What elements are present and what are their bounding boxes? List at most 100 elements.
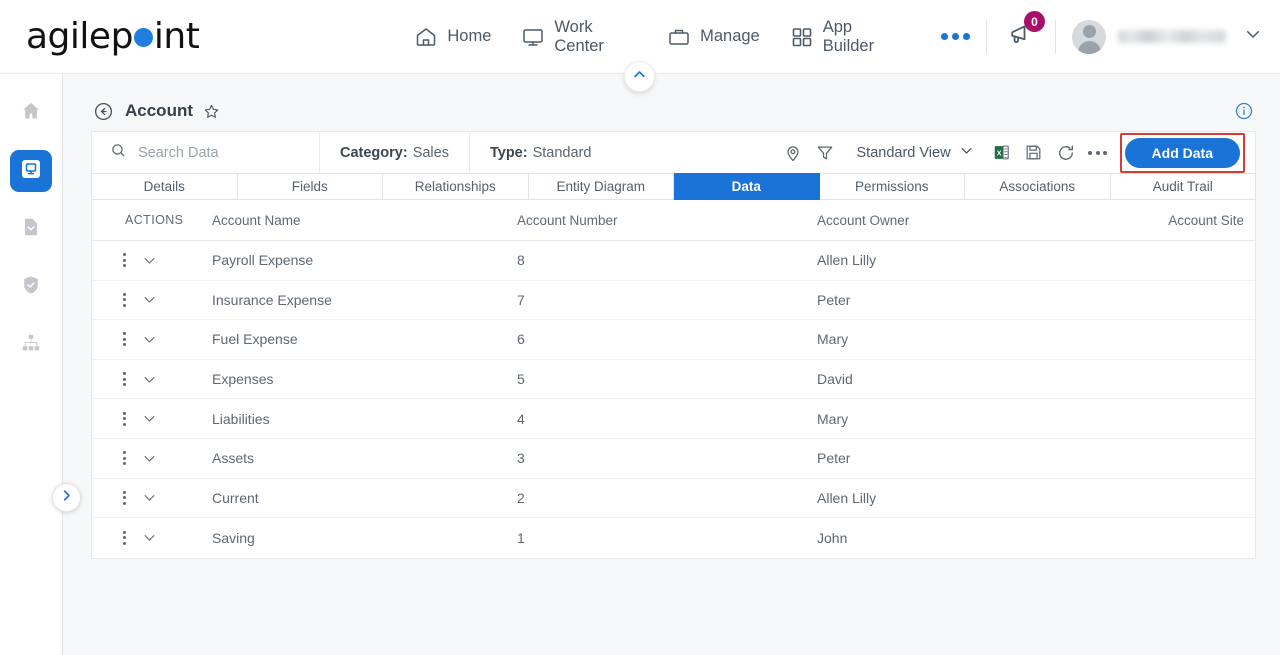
row-expand-chevron-down-icon[interactable] xyxy=(142,292,157,307)
search-input[interactable] xyxy=(138,144,298,161)
tab-fields[interactable]: Fields xyxy=(237,173,383,200)
category-meta: Category: Sales xyxy=(320,132,470,173)
header-divider-1 xyxy=(986,19,987,54)
cell-account-number: 5 xyxy=(517,371,525,388)
tab-audit-trail[interactable]: Audit Trail xyxy=(1110,173,1256,200)
notifications-button[interactable]: 0 xyxy=(1003,11,1045,57)
tab-associations[interactable]: Associations xyxy=(965,173,1111,200)
filter-icon[interactable] xyxy=(809,137,841,169)
logo-text-part2: int xyxy=(153,16,200,57)
nav-label-app-builder: App Builder xyxy=(822,17,875,55)
sidebar-item-home[interactable] xyxy=(10,92,52,134)
tab-details[interactable]: Details xyxy=(91,173,238,200)
monitor-icon xyxy=(521,25,545,49)
table-row[interactable]: Expenses 5 David xyxy=(92,360,1255,400)
cell-account-name: Payroll Expense xyxy=(212,252,314,269)
back-arrow-icon[interactable] xyxy=(93,101,114,122)
add-data-button[interactable]: Add Data xyxy=(1124,137,1240,168)
avatar[interactable] xyxy=(1072,19,1106,54)
kebab-menu-icon[interactable] xyxy=(121,489,128,507)
grid-icon xyxy=(790,25,814,49)
table-row[interactable]: Fuel Expense 6 Mary xyxy=(92,320,1255,360)
table-row[interactable]: Assets 3 Peter xyxy=(92,439,1255,479)
hierarchy-icon xyxy=(20,332,42,359)
tab-permissions[interactable]: Permissions xyxy=(819,173,965,200)
sidebar-item-security[interactable] xyxy=(10,266,52,308)
cell-account-number: 4 xyxy=(517,410,525,427)
header-collapse-button[interactable] xyxy=(624,61,655,92)
cell-account-number: 3 xyxy=(517,450,525,467)
nav-item-home[interactable]: Home xyxy=(414,25,491,49)
category-value: Sales xyxy=(412,144,449,161)
page-header: Account xyxy=(63,92,1280,130)
table-row[interactable]: Insurance Expense 7 Peter xyxy=(92,281,1255,321)
kebab-menu-icon[interactable] xyxy=(121,410,128,428)
sidebar-item-app[interactable] xyxy=(10,150,52,192)
header-right-cluster: 0 xyxy=(970,11,1280,57)
document-chevron-icon xyxy=(20,216,42,243)
row-expand-chevron-down-icon[interactable] xyxy=(142,372,157,387)
row-expand-chevron-down-icon[interactable] xyxy=(142,253,157,268)
column-header-account-number: Account Number xyxy=(517,212,618,228)
row-expand-chevron-down-icon[interactable] xyxy=(142,332,157,347)
nav-more-options-icon[interactable] xyxy=(941,33,970,40)
row-expand-chevron-down-icon[interactable] xyxy=(142,530,157,545)
table-header-row: ACTIONS Account Name Account Number Acco… xyxy=(92,200,1255,241)
add-data-highlight: Add Data xyxy=(1119,132,1245,173)
table-row[interactable]: Payroll Expense 8 Allen Lilly xyxy=(92,241,1255,281)
megaphone-icon xyxy=(1007,25,1035,52)
view-selector[interactable]: Standard View xyxy=(841,143,986,162)
type-meta: Type: Standard xyxy=(470,132,611,173)
svg-text:X: X xyxy=(997,149,1002,157)
category-label: Category: xyxy=(340,144,408,161)
refresh-icon[interactable] xyxy=(1050,137,1082,169)
chevron-right-icon xyxy=(59,488,74,508)
save-disk-icon[interactable] xyxy=(1018,137,1050,169)
data-toolbar: Category: Sales Type: Standard Standard … xyxy=(91,131,1256,173)
nav-label-work-center: Work Center xyxy=(554,17,604,55)
cell-account-name: Fuel Expense xyxy=(212,331,298,348)
info-icon[interactable] xyxy=(1234,101,1254,121)
sidebar-item-hierarchy[interactable] xyxy=(10,324,52,366)
nav-item-manage[interactable]: Manage xyxy=(667,25,760,49)
star-icon[interactable] xyxy=(203,103,220,120)
main-navigation: Home Work Center Manage App Builder xyxy=(414,18,970,56)
chevron-down-icon xyxy=(959,143,974,162)
kebab-menu-icon[interactable] xyxy=(121,251,128,269)
logo-text-part1: agilep xyxy=(26,16,133,57)
kebab-menu-icon[interactable] xyxy=(121,370,128,388)
kebab-menu-icon[interactable] xyxy=(121,449,128,467)
cell-account-name: Current xyxy=(212,489,259,506)
row-expand-chevron-down-icon[interactable] xyxy=(142,490,157,505)
sidebar-item-documents[interactable] xyxy=(10,208,52,250)
cell-account-name: Liabilities xyxy=(212,410,270,427)
table-row[interactable]: Liabilities 4 Mary xyxy=(92,399,1255,439)
location-pin-icon[interactable] xyxy=(777,137,809,169)
tab-relationships[interactable]: Relationships xyxy=(383,173,529,200)
kebab-menu-icon[interactable] xyxy=(121,291,128,309)
nav-item-app-builder[interactable]: App Builder xyxy=(790,18,899,56)
row-expand-chevron-down-icon[interactable] xyxy=(142,411,157,426)
agilepoint-logo[interactable]: agilep int xyxy=(26,16,200,57)
tab-entity-diagram[interactable]: Entity Diagram xyxy=(528,173,674,200)
excel-export-icon[interactable]: X xyxy=(986,137,1018,169)
table-row[interactable]: Current 2 Allen Lilly xyxy=(92,479,1255,519)
home-icon xyxy=(414,25,438,49)
nav-item-work-center[interactable]: Work Center xyxy=(521,18,637,56)
row-expand-chevron-down-icon[interactable] xyxy=(142,451,157,466)
more-options-icon[interactable] xyxy=(1082,137,1114,169)
nav-label-home: Home xyxy=(447,27,492,45)
table-row[interactable]: Saving 1 John xyxy=(92,518,1255,558)
tab-data[interactable]: Data xyxy=(674,173,820,200)
cell-account-owner: Mary xyxy=(817,410,849,427)
cell-account-name: Expenses xyxy=(212,371,274,388)
sidebar-expand-button[interactable] xyxy=(52,483,81,512)
column-header-account-name: Account Name xyxy=(212,212,301,228)
kebab-menu-icon[interactable] xyxy=(121,529,128,547)
search-input-wrapper[interactable] xyxy=(92,132,320,173)
user-avatar-icon xyxy=(1072,19,1106,54)
cell-account-number: 6 xyxy=(517,331,525,348)
entity-tabs: Details Fields Relationships Entity Diag… xyxy=(91,173,1256,200)
kebab-menu-icon[interactable] xyxy=(121,330,128,348)
user-menu-chevron-down-icon[interactable] xyxy=(1244,25,1262,48)
